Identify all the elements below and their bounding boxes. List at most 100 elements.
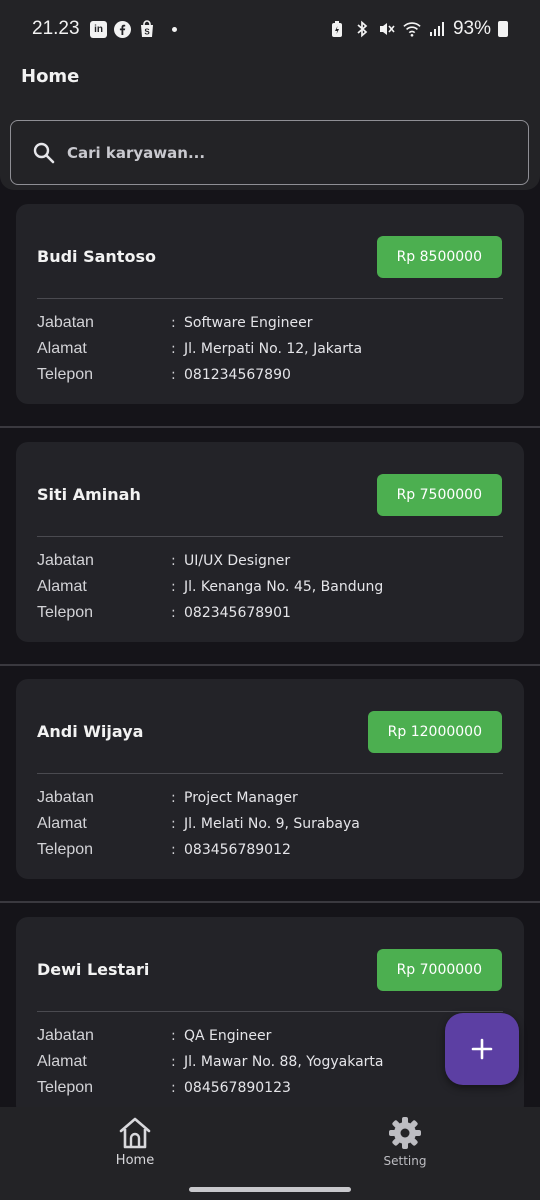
card-divider	[37, 773, 503, 774]
home-icon	[119, 1117, 151, 1148]
info-colon: :	[171, 1079, 176, 1096]
gesture-area	[0, 1176, 540, 1200]
card-divider	[37, 535, 503, 537]
employee-row: Budi Santoso Rp 8500000 Jabatan: Software E…	[0, 190, 540, 428]
status-left: 21.23 in S	[32, 18, 177, 40]
nav-label-home: Home	[115, 1152, 155, 1168]
signal-icon	[428, 20, 446, 38]
info-row-jabatan: Jabatan: QA Engineer	[37, 1023, 507, 1049]
info-label-jabatan: Jabatan	[37, 551, 94, 569]
info-colon: :	[171, 367, 176, 383]
app-bar: Home	[0, 58, 540, 190]
salary-badge[interactable]: Rp 7500000	[376, 473, 502, 516]
info-label-telepon: Telepon	[37, 1078, 94, 1096]
employee-name: Siti Aminah	[37, 484, 141, 504]
info-colon: :	[171, 341, 176, 357]
battery-percent: 93%	[452, 18, 491, 39]
nav-label-setting: Setting	[383, 1154, 427, 1168]
salary-badge[interactable]: Rp 8500000	[376, 236, 502, 278]
plus-icon	[471, 1038, 493, 1060]
info-label-alamat: Alamat	[37, 815, 87, 832]
info-row-telepon: Telepon:084567890123	[37, 1075, 507, 1101]
info-colon: :	[171, 790, 176, 806]
svg-text:S: S	[144, 28, 150, 37]
add-employee-button[interactable]	[445, 1013, 519, 1085]
info-colon: :	[171, 816, 176, 832]
employee-name: Dewi Lestari	[37, 959, 150, 979]
facebook-icon	[114, 20, 132, 38]
info-value-jabatan: Software Engineer	[184, 315, 313, 331]
mute-icon	[378, 20, 396, 38]
employee-card[interactable]: Andi Wijaya Rp 12000000 Jabatan: Project Ma…	[16, 679, 524, 879]
info-label-jabatan: Jabatan	[37, 1026, 94, 1044]
status-time: 21.23	[32, 18, 80, 39]
gesture-bar[interactable]	[189, 1187, 351, 1192]
salary-badge[interactable]: Rp 12000000	[367, 711, 502, 753]
employee-card[interactable]: Dewi Lestari Rp 7000000 Jabatan: QA Enginee…	[16, 916, 524, 1107]
info-row-jabatan: Jabatan: Software Engineer	[37, 310, 507, 336]
info-row-jabatan: Jabatan: UI/UX Designer	[37, 548, 507, 574]
search-input[interactable]	[67, 143, 487, 162]
employee-info: Jabatan: QA Engineer Alamat: Jl. Mawar No. …	[37, 1023, 507, 1101]
wifi-icon	[403, 20, 421, 38]
info-label-alamat: Alamat	[37, 340, 87, 357]
gear-icon	[389, 1117, 421, 1149]
employee-row: Siti Aminah Rp 7500000 Jabatan: UI/UX Desig…	[0, 428, 540, 666]
info-value-jabatan: UI/UX Designer	[184, 552, 291, 569]
info-label-telepon: Telepon	[37, 841, 94, 858]
info-colon: :	[171, 1053, 176, 1070]
bottom-nav: Home Setting	[0, 1107, 540, 1176]
employee-name: Budi Santoso	[37, 247, 156, 266]
info-row-telepon: Telepon:082345678901	[37, 600, 507, 626]
info-row-alamat: Alamat: Jl. Merpati No. 12, Jakarta	[37, 336, 507, 362]
info-row-alamat: Alamat: Jl. Mawar No. 88, Yogyakarta	[37, 1049, 507, 1075]
info-label-jabatan: Jabatan	[37, 314, 94, 331]
info-colon: :	[171, 315, 176, 331]
employee-info: Jabatan: Project Manager Alamat: Jl. Melati…	[37, 785, 507, 863]
employee-card[interactable]: Siti Aminah Rp 7500000 Jabatan: UI/UX Desig…	[16, 441, 524, 642]
info-label-telepon: Telepon	[37, 366, 94, 383]
card-divider	[37, 298, 503, 299]
employee-card[interactable]: Budi Santoso Rp 8500000 Jabatan: Software E…	[16, 204, 524, 404]
employee-name: Andi Wijaya	[37, 722, 144, 741]
info-value-alamat: Jl. Kenanga No. 45, Bandung	[184, 578, 384, 595]
info-label-alamat: Alamat	[37, 577, 87, 595]
employee-row: Andi Wijaya Rp 12000000 Jabatan: Project Ma…	[0, 665, 540, 903]
info-colon: :	[171, 552, 176, 569]
employee-list[interactable]: Budi Santoso Rp 8500000 Jabatan: Software E…	[0, 190, 540, 1107]
shopee-icon: S	[138, 20, 156, 38]
info-colon: :	[171, 842, 176, 858]
info-row-telepon: Telepon:081234567890	[37, 362, 507, 388]
battery-icon	[498, 21, 508, 37]
info-value-alamat: Jl. Mawar No. 88, Yogyakarta	[184, 1053, 384, 1070]
info-row-alamat: Alamat: Jl. Kenanga No. 45, Bandung	[37, 574, 507, 600]
search-icon	[33, 142, 55, 163]
search-field[interactable]	[10, 120, 529, 185]
info-colon: :	[171, 604, 176, 621]
info-row-jabatan: Jabatan: Project Manager	[37, 785, 507, 811]
info-value-jabatan: Project Manager	[184, 790, 298, 806]
info-colon: :	[171, 578, 176, 595]
employee-info: Jabatan: Software Engineer Alamat: Jl. Merp…	[37, 310, 507, 388]
battery-saver-icon	[328, 20, 346, 38]
info-value-alamat: Jl. Merpati No. 12, Jakarta	[184, 341, 363, 357]
info-row-telepon: Telepon:083456789012	[37, 837, 507, 863]
info-value-telepon: 081234567890	[184, 367, 291, 383]
info-value-telepon: 084567890123	[184, 1079, 291, 1096]
status-bar: 21.23 in S 93%	[0, 0, 540, 58]
nav-item-home[interactable]: Home	[0, 1107, 270, 1176]
info-value-jabatan: QA Engineer	[184, 1027, 272, 1044]
info-colon: :	[171, 1027, 176, 1044]
salary-badge[interactable]: Rp 7000000	[376, 948, 502, 991]
info-label-telepon: Telepon	[37, 603, 94, 621]
nav-item-setting[interactable]: Setting	[270, 1107, 540, 1176]
info-label-jabatan: Jabatan	[37, 789, 94, 806]
bluetooth-icon	[353, 20, 371, 38]
info-value-telepon: 082345678901	[184, 604, 291, 621]
linkedin-icon: in	[90, 20, 108, 38]
status-right: 93%	[328, 18, 508, 40]
home-screen: 21.23 in S 93% Home Cari karyawan... Bud…	[0, 0, 540, 1200]
employee-info: Jabatan: UI/UX Designer Alamat: Jl. Kenanga…	[37, 548, 507, 626]
info-row-alamat: Alamat: Jl. Melati No. 9, Surabaya	[37, 811, 507, 837]
info-label-alamat: Alamat	[37, 1052, 87, 1070]
